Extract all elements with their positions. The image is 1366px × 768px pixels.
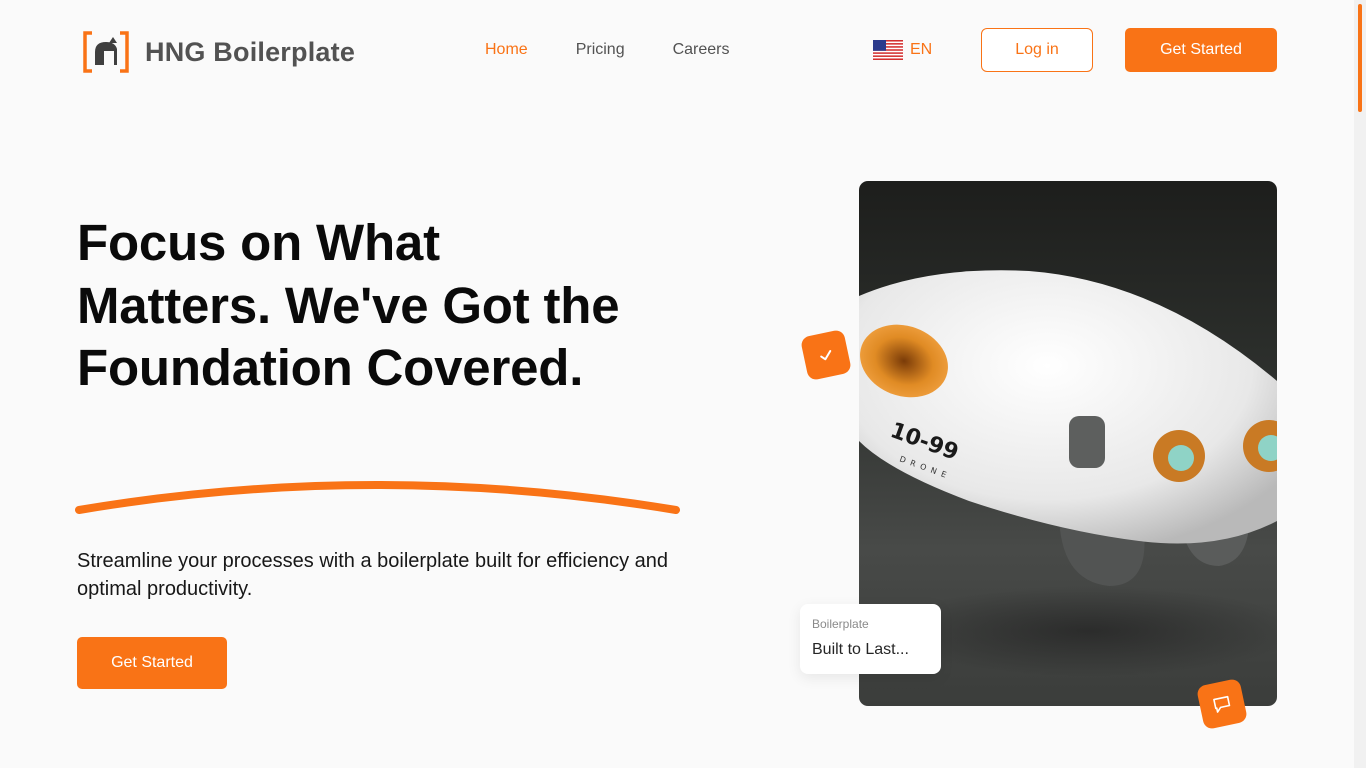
hero-subtitle: Streamline your processes with a boilerp… (77, 550, 669, 600)
hero-underline-decoration (75, 481, 680, 514)
main-nav: Home Pricing Careers (485, 40, 778, 60)
hero-title: Focus on What Matters. We've Got the Fou… (77, 214, 620, 396)
chat-icon (1213, 695, 1231, 713)
us-flag-icon (873, 40, 903, 60)
logo-icon (82, 31, 130, 73)
chat-badge[interactable] (1195, 677, 1249, 731)
login-button[interactable]: Log in (981, 28, 1093, 72)
header-get-started-button[interactable]: Get Started (1125, 28, 1277, 72)
language-selector[interactable]: EN (873, 39, 932, 61)
nav-item-careers[interactable]: Careers (673, 40, 730, 60)
brand-name: HNG Boilerplate (145, 36, 356, 67)
nav-item-pricing[interactable]: Pricing (576, 40, 625, 60)
page-scrollbar[interactable] (1354, 0, 1366, 768)
hero-get-started-button[interactable]: Get Started (77, 637, 227, 689)
language-code: EN (910, 41, 933, 58)
scrollbar-thumb[interactable] (1358, 4, 1362, 112)
check-badge (799, 328, 853, 382)
info-card-label: Boilerplate (812, 617, 869, 631)
info-card-text: Built to Last... (812, 641, 909, 658)
boilerplate-info-card: Boilerplate Built to Last... (800, 604, 941, 674)
check-icon (820, 350, 832, 361)
brand-logo[interactable]: HNG Boilerplate (82, 31, 355, 73)
nav-item-home[interactable]: Home (485, 40, 528, 60)
